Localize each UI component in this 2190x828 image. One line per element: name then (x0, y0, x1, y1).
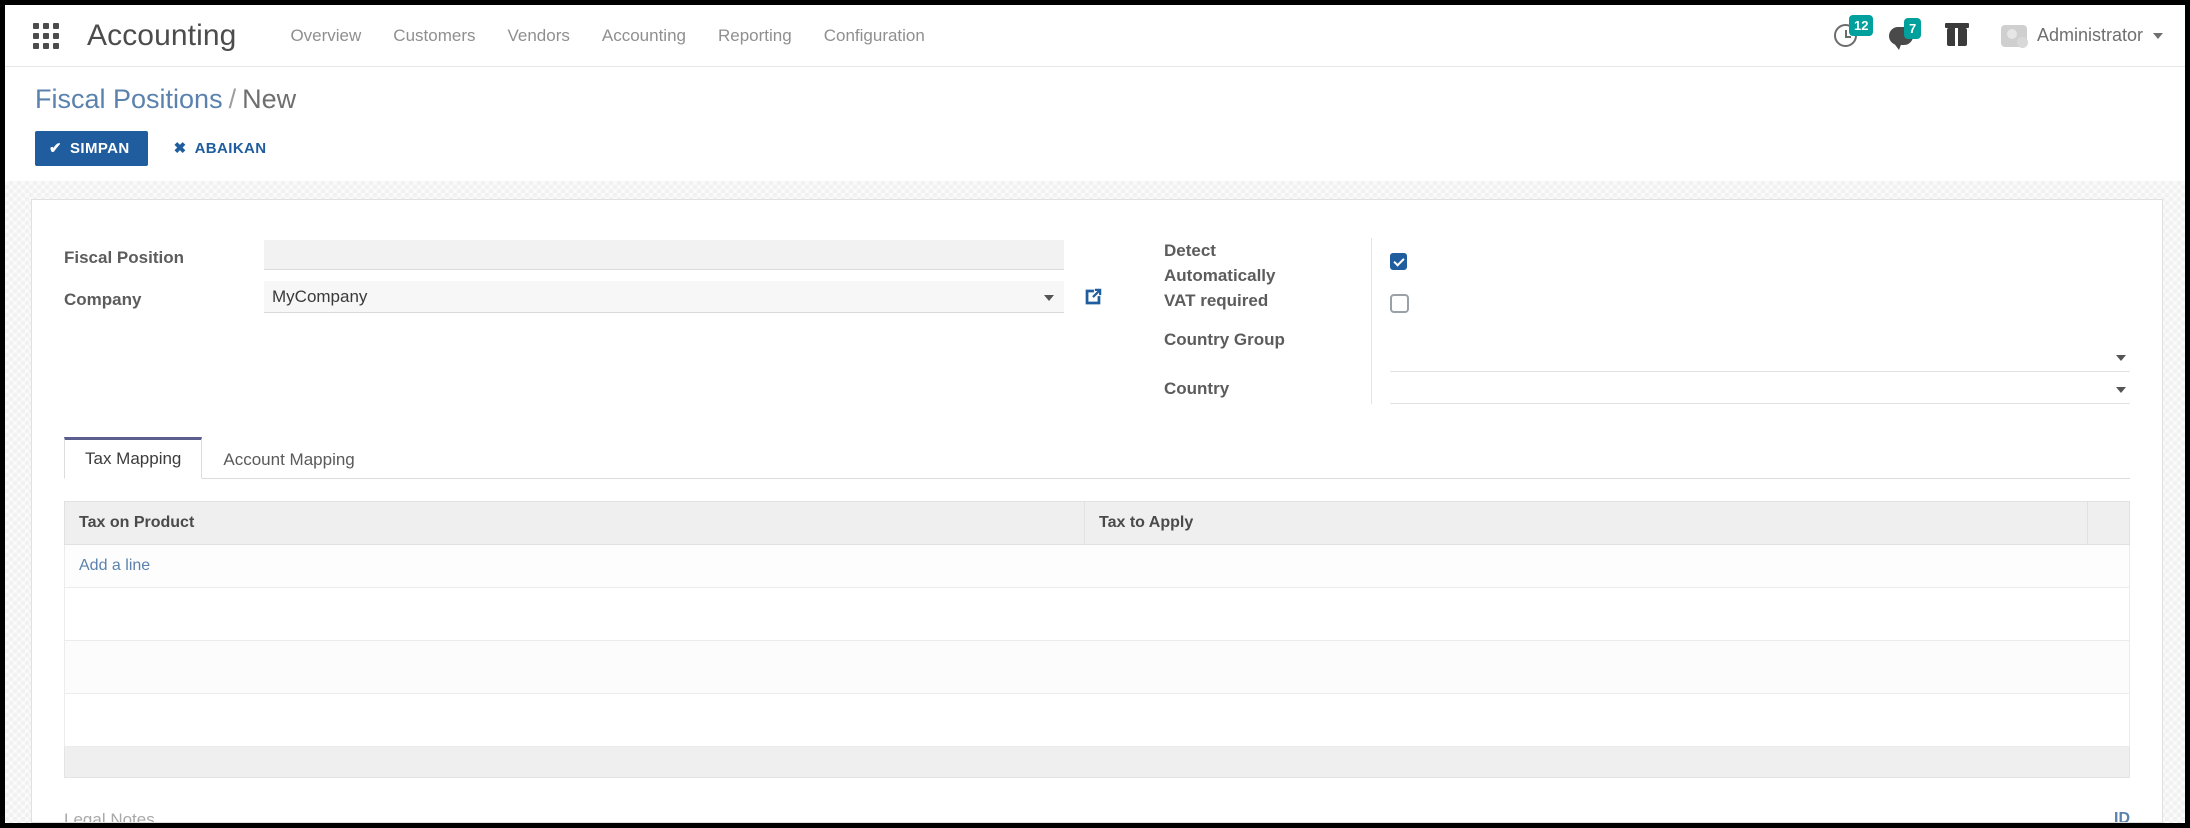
right-field-inputs (1372, 238, 2130, 404)
table-filler-row (64, 640, 2130, 694)
country-select[interactable] (1390, 377, 2130, 404)
table-filler-row (64, 693, 2130, 747)
x-icon: ✖ (173, 140, 187, 157)
table-footer-row (64, 746, 2130, 778)
notebook: Tax Mapping Account Mapping Tax on Produ… (64, 437, 2130, 778)
tax-mapping-table-head: Tax on Product Tax to Apply (64, 501, 2130, 545)
form-background: Fiscal Position Company MyCompany Detect… (5, 181, 2185, 823)
form-column-right: Detect Automatically VAT required Countr… (1134, 238, 2130, 404)
company-label: Company (64, 290, 142, 309)
fiscal-position-value-cell (264, 238, 1134, 272)
country-label: Country (1164, 379, 1230, 398)
save-button-label: SIMPAN (69, 140, 130, 157)
right-field-grid: Detect Automatically VAT required Countr… (1164, 238, 2130, 404)
company-value-cell: MyCompany (264, 280, 1134, 314)
company-select-wrap: MyCompany (264, 281, 1064, 313)
discard-button-label: ABAIKAN (194, 140, 267, 157)
app-brand-title[interactable]: Accounting (87, 19, 236, 53)
table-filler-row (64, 587, 2130, 641)
vat-required-label: VAT required (1164, 291, 1269, 310)
breadcrumb-current: New (242, 84, 297, 114)
field-row-fiscal-position: Fiscal Position (64, 238, 1134, 272)
gift-icon (1944, 23, 1969, 46)
chevron-down-icon (2153, 32, 2163, 39)
control-panel: Fiscal Positions / New ✔ SIMPAN ✖ ABAIKAN (5, 67, 2185, 181)
chevron-down-icon (2116, 355, 2126, 361)
breadcrumb-separator: / (228, 84, 237, 114)
form-action-buttons: ✔ SIMPAN ✖ ABAIKAN (35, 131, 2185, 166)
user-menu[interactable]: Administrator (2000, 24, 2163, 48)
breadcrumb-root-link[interactable]: Fiscal Positions (35, 84, 223, 114)
save-button[interactable]: ✔ SIMPAN (35, 131, 148, 166)
notebook-tabs: Tax Mapping Account Mapping (64, 437, 2130, 479)
discard-button[interactable]: ✖ ABAIKAN (166, 131, 275, 166)
menu-item-configuration[interactable]: Configuration (822, 22, 927, 50)
vat-required-cell (1390, 284, 2130, 323)
menu-item-accounting[interactable]: Accounting (600, 22, 688, 50)
top-navbar: Accounting Overview Customers Vendors Ac… (5, 5, 2185, 67)
country-group-select[interactable] (1390, 345, 2130, 372)
country-cell (1390, 372, 2130, 404)
legal-notes-area: Legal Notes... ID (64, 810, 2130, 822)
chevron-down-icon (2116, 387, 2126, 393)
company-select[interactable]: MyCompany (264, 281, 1064, 313)
app-window: Accounting Overview Customers Vendors Ac… (0, 0, 2190, 828)
column-header-tax-on-product[interactable]: Tax on Product (64, 501, 1085, 545)
gift-menu[interactable] (1944, 23, 1969, 46)
detect-automatically-cell (1390, 238, 2130, 284)
menu-item-customers[interactable]: Customers (391, 22, 477, 50)
legal-notes-input[interactable]: Legal Notes... (64, 810, 169, 822)
menu-item-overview[interactable]: Overview (288, 22, 363, 50)
column-header-actions (2087, 501, 2130, 545)
menu-item-reporting[interactable]: Reporting (716, 22, 794, 50)
country-group-cell (1390, 323, 2130, 372)
table-header-row: Tax on Product Tax to Apply (64, 501, 2130, 545)
messaging-menu[interactable]: 7 (1888, 17, 1922, 50)
form-column-left: Fiscal Position Company MyCompany (64, 238, 1134, 404)
check-icon: ✔ (49, 140, 62, 157)
field-row-company: Company MyCompany (64, 280, 1134, 314)
external-link-icon[interactable] (1082, 286, 1104, 308)
fiscal-position-input[interactable] (264, 240, 1064, 270)
country-group-label: Country Group (1164, 330, 1285, 349)
right-field-labels: Detect Automatically VAT required Countr… (1164, 238, 1372, 404)
form-sheet: Fiscal Position Company MyCompany Detect… (31, 199, 2163, 823)
form-columns: Fiscal Position Company MyCompany Detect… (64, 224, 2130, 404)
add-a-line-link[interactable]: Add a line (79, 557, 150, 574)
activities-menu[interactable]: 12 (1833, 15, 1874, 47)
tab-tax-mapping[interactable]: Tax Mapping (64, 437, 203, 479)
fiscal-position-label: Fiscal Position (64, 248, 184, 267)
detect-automatically-checkbox[interactable] (1390, 252, 1407, 270)
apps-menu-icon[interactable] (33, 22, 59, 49)
tax-mapping-table-body: Add a line (64, 544, 2130, 778)
main-menu: Overview Customers Vendors Accounting Re… (288, 22, 926, 50)
add-line-row: Add a line (64, 544, 2130, 588)
detect-automatically-label-line2: Automatically (1164, 266, 1276, 285)
column-header-tax-to-apply[interactable]: Tax to Apply (1084, 501, 2088, 545)
menu-item-vendors[interactable]: Vendors (505, 22, 571, 50)
user-name-label: Administrator (2036, 25, 2143, 45)
tax-mapping-table: Tax on Product Tax to Apply Add a line (64, 501, 2130, 778)
navbar-systray: 12 7 Administrator (1833, 15, 2163, 50)
detect-automatically-label-line1: Detect (1164, 241, 1216, 260)
messages-badge: 7 (1903, 17, 1922, 39)
user-avatar-icon (2000, 24, 2028, 48)
breadcrumb: Fiscal Positions / New (35, 83, 2185, 115)
id-label[interactable]: ID (2114, 810, 2130, 822)
tab-account-mapping[interactable]: Account Mapping (202, 440, 375, 479)
vat-required-checkbox[interactable] (1390, 294, 1409, 313)
activities-badge: 12 (1848, 15, 1874, 36)
add-line-cell: Add a line (64, 544, 2130, 588)
